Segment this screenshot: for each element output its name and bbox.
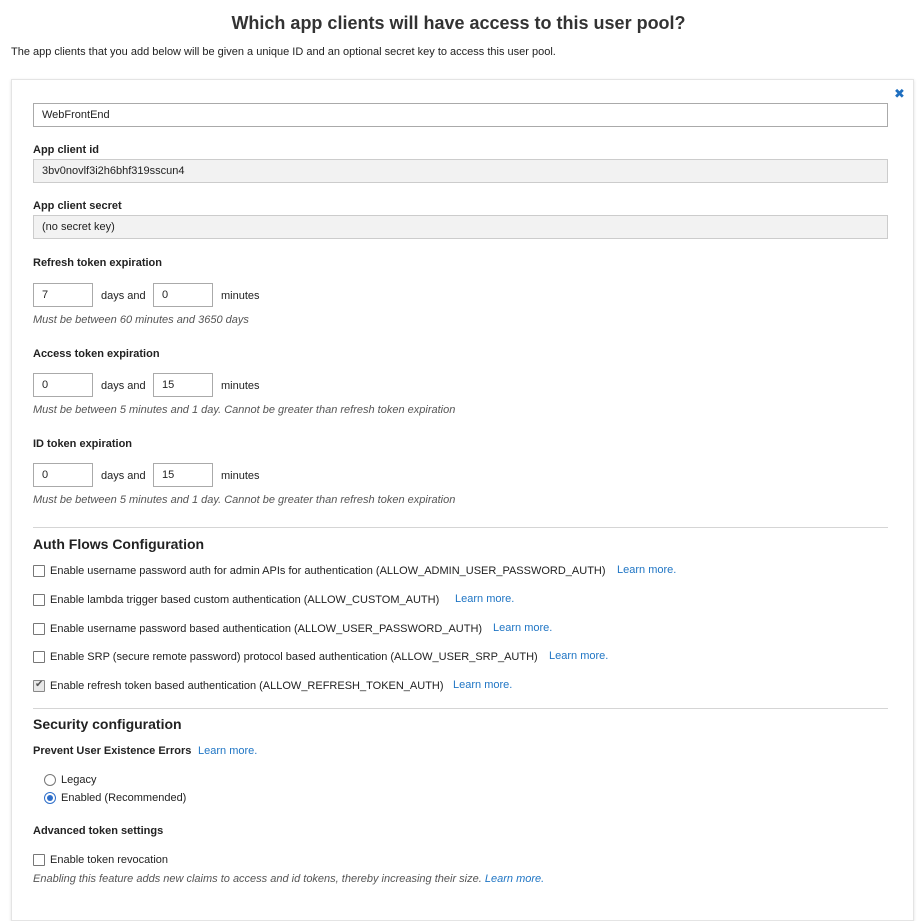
learn-more-link-user-srp[interactable]: Learn more. [549, 650, 608, 662]
refresh-token-minutes-input[interactable] [153, 283, 213, 307]
security-config-title: Security configuration [33, 716, 182, 732]
enabled-recommended-radio[interactable] [44, 792, 56, 804]
token-revocation-checkbox[interactable] [33, 854, 45, 866]
prevent-user-existence-label: Prevent User Existence Errors [33, 745, 192, 757]
refresh-token-label: Refresh token expiration [33, 257, 162, 269]
refresh-token-days-input[interactable] [33, 283, 93, 307]
auth-flow-label-user-password: Enable username password based authentic… [50, 623, 483, 635]
access-token-minutes-input[interactable] [153, 373, 213, 397]
access-token-label: Access token expiration [33, 348, 160, 360]
access-days-text: days and [101, 380, 146, 392]
legacy-radio[interactable] [44, 774, 56, 786]
auth-flow-checkbox-user-srp[interactable] [33, 651, 45, 663]
id-token-label: ID token expiration [33, 438, 133, 450]
legacy-radio-label: Legacy [61, 774, 97, 786]
access-token-hint: Must be between 5 minutes and 1 day. Can… [33, 404, 456, 416]
learn-more-link-token-revocation[interactable]: Learn more. [485, 873, 544, 885]
id-token-days-input[interactable] [33, 463, 93, 487]
enabled-recommended-radio-label: Enabled (Recommended) [61, 792, 187, 804]
app-client-secret-value: (no secret key) [33, 215, 888, 239]
page-title: Which app clients will have access to th… [231, 13, 686, 33]
auth-flow-checkbox-custom-auth[interactable] [33, 594, 45, 606]
app-client-id-value: 3bv0novlf3i2h6bhf319sscun4 [33, 159, 888, 183]
id-days-text: days and [101, 470, 146, 482]
divider [33, 527, 888, 528]
app-client-name-input[interactable] [33, 103, 888, 127]
access-minutes-text: minutes [221, 380, 260, 392]
auth-flow-checkbox-refresh-token[interactable] [33, 679, 45, 692]
learn-more-link-custom-auth[interactable]: Learn more. [455, 593, 514, 605]
token-revocation-hint: Enabling this feature adds new claims to… [33, 873, 544, 885]
learn-more-link-refresh-token[interactable]: Learn more. [453, 679, 512, 691]
page-subtitle: The app clients that you add below will … [11, 46, 556, 58]
auth-flow-label-user-srp: Enable SRP (secure remote password) prot… [50, 651, 538, 663]
learn-more-link-prevent-errors[interactable]: Learn more. [198, 745, 257, 757]
access-token-days-input[interactable] [33, 373, 93, 397]
app-client-secret-label: App client secret [33, 200, 122, 212]
divider [33, 708, 888, 709]
token-revocation-label: Enable token revocation [50, 854, 169, 866]
auth-flow-label-custom-auth: Enable lambda trigger based custom authe… [50, 594, 440, 606]
advanced-token-settings-label: Advanced token settings [33, 825, 164, 837]
id-minutes-text: minutes [221, 470, 260, 482]
refresh-minutes-text: minutes [221, 290, 260, 302]
auth-flow-label-admin-user-password: Enable username password auth for admin … [50, 565, 606, 577]
learn-more-link-user-password[interactable]: Learn more. [493, 622, 552, 634]
learn-more-link-admin-user-password[interactable]: Learn more. [617, 564, 676, 576]
close-icon[interactable]: ✖ [894, 87, 905, 100]
refresh-token-hint: Must be between 60 minutes and 3650 days [33, 314, 249, 326]
token-revocation-hint-text: Enabling this feature adds new claims to… [33, 873, 482, 885]
auth-flow-checkbox-admin-user-password[interactable] [33, 565, 45, 577]
id-token-hint: Must be between 5 minutes and 1 day. Can… [33, 494, 456, 506]
app-client-id-label: App client id [33, 144, 99, 156]
auth-flow-label-refresh-token: Enable refresh token based authenticatio… [50, 680, 444, 692]
auth-flow-checkbox-user-password[interactable] [33, 623, 45, 635]
auth-flows-title: Auth Flows Configuration [33, 536, 205, 552]
id-token-minutes-input[interactable] [153, 463, 213, 487]
refresh-days-text: days and [101, 290, 146, 302]
